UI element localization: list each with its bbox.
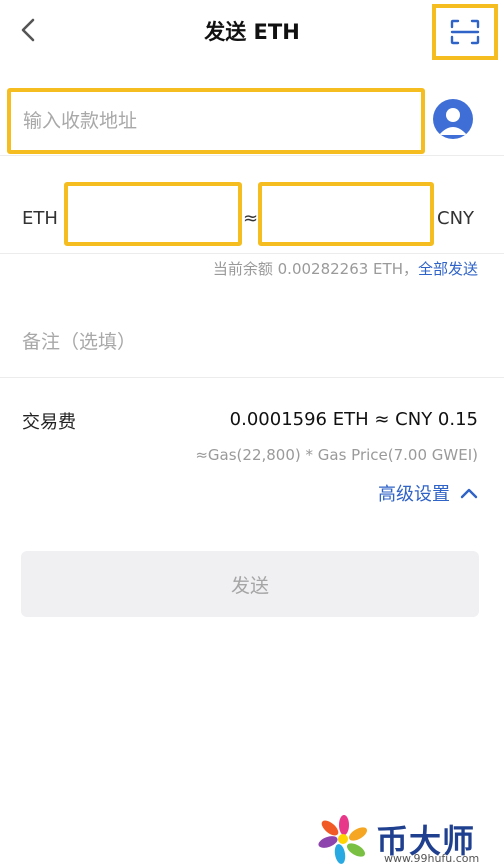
scan-button[interactable]: [432, 4, 498, 60]
eth-amount-input[interactable]: [64, 182, 242, 246]
balance-info: 当前余额 0.00282263 ETH，全部发送: [213, 258, 478, 279]
amount-row: ETH ≈ CNY: [0, 180, 504, 254]
scan-qr-icon: [450, 19, 480, 45]
address-row: [0, 86, 504, 156]
approx-symbol: ≈: [243, 208, 259, 229]
memo-row: [0, 306, 504, 378]
recipient-address-input[interactable]: [7, 88, 425, 154]
advanced-settings-toggle[interactable]: 高级设置: [378, 480, 478, 506]
gas-detail: ≈Gas(22,800) * Gas Price(7.00 GWEI): [195, 446, 478, 464]
flower-logo-icon: [318, 815, 368, 864]
send-all-link[interactable]: 全部发送: [418, 260, 478, 278]
contacts-button[interactable]: [433, 99, 473, 139]
chevron-up-icon: [460, 488, 478, 499]
cny-unit-label: CNY: [437, 208, 475, 229]
top-bar: 发送 ETH: [0, 0, 504, 60]
fee-label: 交易费: [22, 412, 76, 433]
memo-input[interactable]: [22, 324, 482, 360]
page-title: 发送 ETH: [204, 20, 300, 44]
watermark: 币大师 www.99hufu.com: [314, 812, 504, 867]
user-icon: [439, 108, 467, 135]
eth-unit-label: ETH: [22, 208, 58, 229]
send-button[interactable]: 发送: [21, 551, 479, 617]
cny-amount-input[interactable]: [258, 182, 434, 246]
advanced-settings-label: 高级设置: [378, 484, 450, 505]
fee-value: 0.0001596 ETH ≈ CNY 0.15: [229, 409, 478, 430]
balance-text: 当前余额 0.00282263 ETH，: [212, 260, 418, 278]
watermark-url: www.99hufu.com: [384, 852, 480, 865]
